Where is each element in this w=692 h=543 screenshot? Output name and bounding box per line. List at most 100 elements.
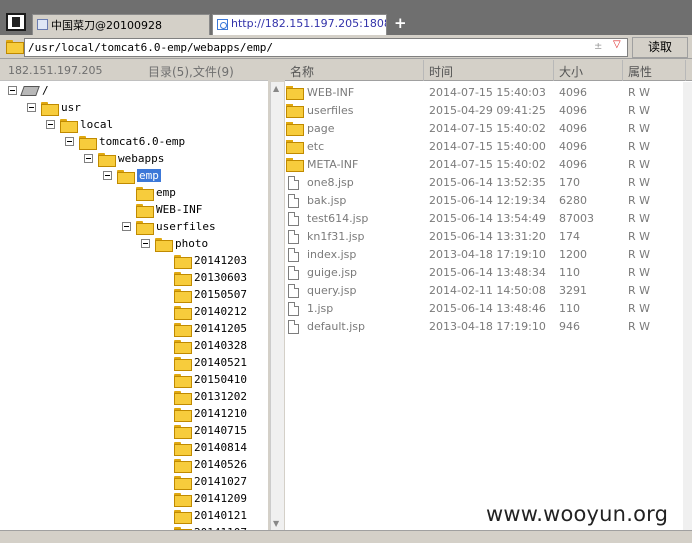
tree-node-photo-child[interactable]: 20140715	[160, 422, 247, 439]
file-row[interactable]: index.jsp 2013-04-18 17:19:10 1200 R W	[285, 245, 685, 263]
tree-node-photo-child[interactable]: 20140521	[160, 354, 247, 371]
file-row[interactable]: WEB-INF 2014-07-15 15:40:03 4096 R W	[285, 83, 685, 101]
file-row[interactable]: page 2014-07-15 15:40:02 4096 R W	[285, 119, 685, 137]
tree-node-photo-child[interactable]: 20140328	[160, 337, 247, 354]
collapse-icon[interactable]	[122, 222, 131, 231]
path-dropdown-icon[interactable]: ▽	[613, 39, 621, 50]
watermark: www.wooyun.org	[486, 502, 669, 526]
tree-node-tomcat[interactable]: tomcat6.0-emp	[65, 133, 185, 150]
tree-node-emp-child[interactable]: emp	[122, 184, 176, 201]
column-attr[interactable]: 属性	[628, 63, 652, 80]
file-name: META-INF	[307, 158, 359, 171]
file-time: 2015-06-14 13:48:34	[429, 266, 546, 279]
tree-node-photo-child[interactable]: 20141027	[160, 473, 247, 490]
scroll-up-icon[interactable]: ▲	[273, 84, 279, 93]
collapse-icon[interactable]	[103, 171, 112, 180]
collapse-icon[interactable]	[141, 239, 150, 248]
file-row[interactable]: query.jsp 2014-02-11 14:50:08 3291 R W	[285, 281, 685, 299]
tree-node-photo-child[interactable]: 20141210	[160, 405, 247, 422]
file-row[interactable]: one8.jsp 2015-06-14 13:52:35 170 R W	[285, 173, 685, 191]
file-attr: R W	[628, 158, 651, 171]
tree-node-photo-child[interactable]: 20141209	[160, 490, 247, 507]
tree-scrollbar[interactable]: ▲ ▼	[270, 82, 284, 530]
file-attr: R W	[628, 248, 651, 261]
tree-node-label: emp	[137, 169, 161, 182]
file-row[interactable]: userfiles 2015-04-29 09:41:25 4096 R W	[285, 101, 685, 119]
folder-icon	[286, 122, 304, 136]
file-row[interactable]: kn1f31.jsp 2015-06-14 13:31:20 174 R W	[285, 227, 685, 245]
folder-icon	[286, 140, 304, 154]
file-row[interactable]: 1.jsp 2015-06-14 13:48:46 110 R W	[285, 299, 685, 317]
tree-node-usr[interactable]: usr	[27, 99, 81, 116]
directory-tree: / usr local tomcat6.0-emp webapps emp em…	[0, 80, 268, 530]
tree-node-label: 20150507	[194, 288, 247, 301]
scroll-down-icon[interactable]: ▼	[273, 519, 279, 528]
tab-remote-host[interactable]: http://182.151.197.205:1808...	[212, 14, 387, 35]
tree-node-photo-child[interactable]: 20131202	[160, 388, 247, 405]
file-list-scrollbar[interactable]	[683, 82, 692, 530]
tree-node-userfiles[interactable]: userfiles	[122, 218, 216, 235]
folder-icon	[286, 158, 304, 172]
file-name: guige.jsp	[307, 266, 358, 279]
file-time: 2014-07-15 15:40:03	[429, 86, 546, 99]
tree-node-photo-child[interactable]: 20141203	[160, 252, 247, 269]
tree-node-local[interactable]: local	[46, 116, 113, 133]
app-logo-icon	[6, 13, 26, 31]
file-size: 4096	[559, 122, 587, 135]
file-row[interactable]: META-INF 2014-07-15 15:40:02 4096 R W	[285, 155, 685, 173]
tree-node-photo-child[interactable]: 20140814	[160, 439, 247, 456]
tree-node-photo[interactable]: photo	[141, 235, 208, 252]
collapse-icon[interactable]	[84, 154, 93, 163]
tree-node-root[interactable]: /	[8, 82, 49, 99]
file-attr: R W	[628, 320, 651, 333]
file-attr: R W	[628, 122, 651, 135]
tree-node-photo-child[interactable]: 20141205	[160, 320, 247, 337]
tab-main[interactable]: 中国菜刀@20100928	[32, 14, 210, 35]
file-icon	[288, 266, 299, 280]
collapse-icon[interactable]	[65, 137, 74, 146]
collapse-icon[interactable]	[8, 86, 17, 95]
file-row[interactable]: etc 2014-07-15 15:40:00 4096 R W	[285, 137, 685, 155]
tree-node-photo-child[interactable]: 20150410	[160, 371, 247, 388]
file-name: test614.jsp	[307, 212, 369, 225]
tree-node-label: userfiles	[156, 220, 216, 233]
file-size: 1200	[559, 248, 587, 261]
tree-node-photo-child[interactable]: 20140212	[160, 303, 247, 320]
read-button[interactable]: 读取	[632, 37, 688, 58]
column-time[interactable]: 时间	[429, 63, 453, 80]
new-tab-button[interactable]: +	[394, 14, 407, 32]
folder-icon	[136, 220, 154, 235]
column-size[interactable]: 大小	[559, 63, 583, 80]
folder-icon	[6, 40, 24, 54]
tree-node-label: 20131202	[194, 390, 247, 403]
path-input[interactable]: /usr/local/tomcat6.0-emp/webapps/emp/	[24, 38, 628, 57]
file-time: 2015-06-14 13:31:20	[429, 230, 546, 243]
tree-node-photo-child[interactable]: 20150507	[160, 286, 247, 303]
file-attr: R W	[628, 302, 651, 315]
tree-node-webapps[interactable]: webapps	[84, 150, 164, 167]
tree-node-web-inf[interactable]: WEB-INF	[122, 201, 202, 218]
file-row[interactable]: default.jsp 2013-04-18 17:19:10 946 R W	[285, 317, 685, 335]
column-name[interactable]: 名称	[290, 63, 314, 80]
folder-icon	[136, 186, 154, 201]
folder-icon	[174, 509, 192, 524]
file-attr: R W	[628, 176, 651, 189]
file-size: 6280	[559, 194, 587, 207]
tree-node-photo-child[interactable]: 20130603	[160, 269, 247, 286]
tree-node-label: tomcat6.0-emp	[99, 135, 186, 148]
tree-node-photo-child[interactable]: 20140526	[160, 456, 247, 473]
file-name: userfiles	[307, 104, 354, 117]
file-row[interactable]: bak.jsp 2015-06-14 12:19:34 6280 R W	[285, 191, 685, 209]
file-name: default.jsp	[307, 320, 365, 333]
file-icon	[288, 248, 299, 262]
tree-node-label: 20140121	[194, 509, 247, 522]
collapse-icon[interactable]	[46, 120, 55, 129]
file-row[interactable]: guige.jsp 2015-06-14 13:48:34 110 R W	[285, 263, 685, 281]
path-scroll-arrows[interactable]: ±	[594, 41, 602, 52]
tree-node-emp-selected[interactable]: emp	[103, 167, 161, 184]
file-name: query.jsp	[307, 284, 357, 297]
tree-node-photo-child[interactable]: 20140121	[160, 507, 247, 524]
file-row[interactable]: test614.jsp 2015-06-14 13:54:49 87003 R W	[285, 209, 685, 227]
tree-node-label: WEB-INF	[156, 203, 203, 216]
collapse-icon[interactable]	[27, 103, 36, 112]
